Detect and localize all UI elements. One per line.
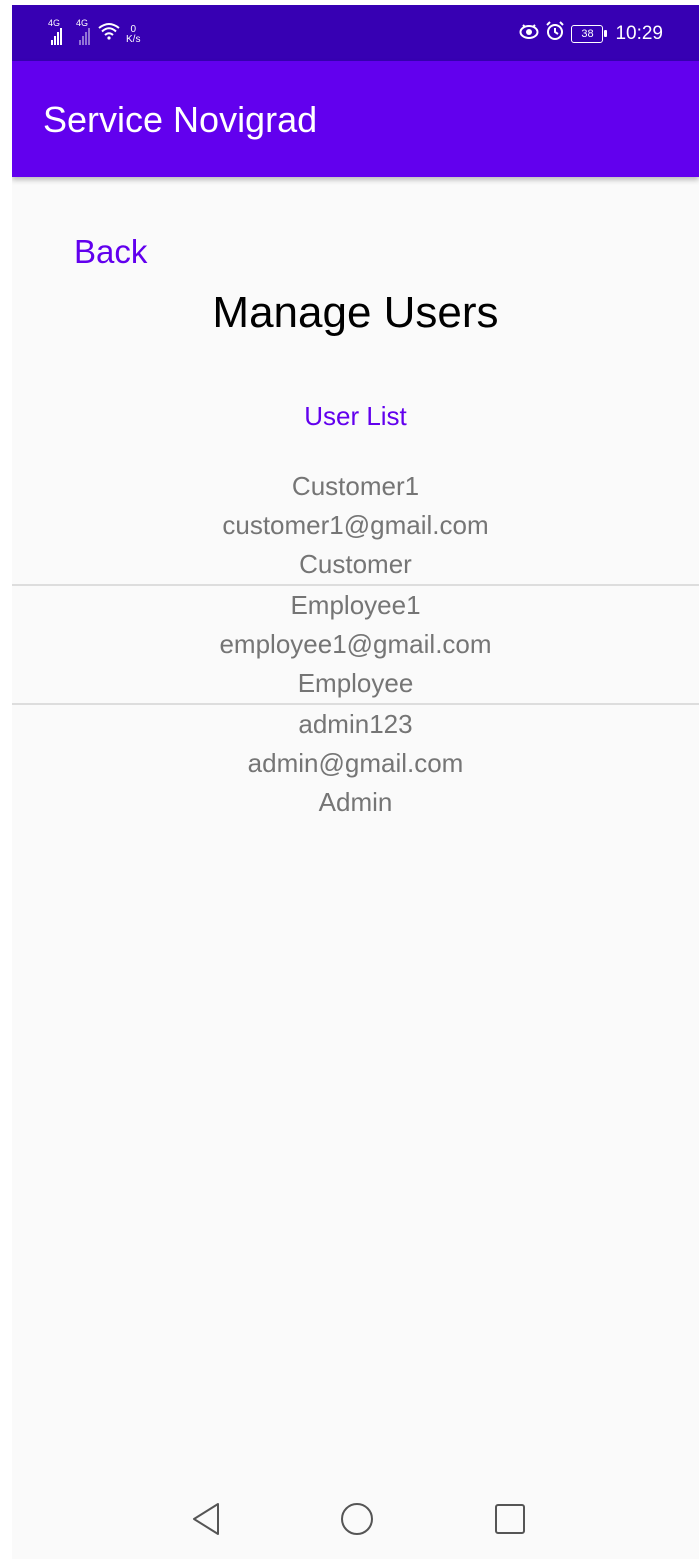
user-list[interactable]: Customer1 customer1@gmail.com Customer E… — [12, 467, 699, 822]
user-role: Employee — [297, 668, 414, 698]
home-icon[interactable] — [339, 1501, 375, 1537]
network-type-label: 4G — [48, 18, 61, 28]
signal-icon: 4G — [76, 18, 90, 45]
clock: 10:29 — [615, 22, 663, 44]
list-item[interactable]: Employee1 employee1@gmail.com Employee — [12, 586, 699, 705]
page-title: Manage Users — [212, 288, 499, 337]
back-button[interactable]: Back — [74, 233, 147, 271]
eye-icon — [519, 22, 539, 45]
status-bar: 4G 4G 0 K/s 38 10:29 — [12, 5, 699, 61]
user-list-heading: User List — [304, 401, 407, 431]
user-name: Employee1 — [290, 590, 421, 620]
signal-icon: 4G — [48, 18, 62, 45]
back-icon[interactable] — [188, 1501, 224, 1537]
speed-unit: K/s — [126, 34, 141, 45]
wifi-icon — [98, 22, 120, 45]
app-title: Service Novigrad — [43, 99, 318, 140]
user-name: Customer1 — [291, 471, 420, 501]
network-speed: 0 K/s — [126, 25, 140, 45]
user-email: admin@gmail.com — [247, 748, 464, 778]
alarm-icon — [545, 21, 565, 46]
list-item[interactable]: admin123 admin@gmail.com Admin — [12, 705, 699, 822]
screen: 4G 4G 0 K/s 38 10:29 Service Novigrad Ba… — [12, 5, 699, 1559]
user-email: employee1@gmail.com — [219, 629, 492, 659]
navigation-bar — [12, 1479, 699, 1559]
user-name: admin123 — [298, 709, 413, 739]
list-item[interactable]: Customer1 customer1@gmail.com Customer — [12, 467, 699, 586]
status-left: 4G 4G 0 K/s — [48, 15, 140, 45]
recents-icon[interactable] — [492, 1501, 528, 1537]
battery-level: 38 — [581, 27, 594, 40]
user-role: Admin — [318, 787, 393, 817]
network-type-label: 4G — [76, 18, 89, 28]
app-bar: Service Novigrad — [12, 61, 699, 177]
user-role: Customer — [299, 549, 412, 579]
user-email: customer1@gmail.com — [222, 510, 489, 540]
status-right: 38 10:29 — [519, 21, 663, 46]
battery-icon: 38 — [571, 24, 608, 43]
